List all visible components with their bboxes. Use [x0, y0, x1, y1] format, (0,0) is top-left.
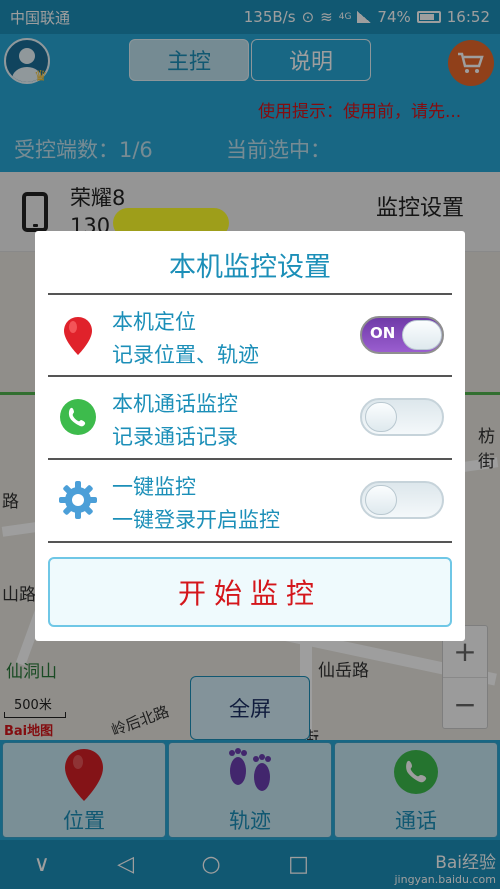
setting-desc: 一键登录开启监控 — [112, 508, 280, 532]
setting-row-one-key: 一键监控 一键登录开启监控 — [48, 460, 452, 540]
one-key-monitor-toggle[interactable] — [360, 481, 444, 519]
setting-row-call-monitor: 本机通话监控 记录通话记录 — [48, 377, 452, 457]
divider — [48, 541, 452, 543]
setting-desc: 记录位置、轨迹 — [112, 343, 259, 367]
toggle-knob — [365, 402, 397, 432]
setting-desc: 记录通话记录 — [112, 425, 238, 449]
start-monitor-button[interactable]: 开始监控 — [48, 557, 452, 627]
toggle-knob — [402, 320, 442, 350]
gear-icon — [59, 481, 97, 519]
monitor-settings-dialog: 本机监控设置 本机定位 记录位置、轨迹 ON 本机通话监控 记录通话记录 一键监… — [35, 231, 465, 641]
dialog-title: 本机监控设置 — [169, 252, 331, 283]
setting-title: 本机定位 — [112, 310, 196, 334]
setting-title: 本机通话监控 — [112, 392, 238, 416]
location-pin-icon — [64, 317, 92, 355]
whatsapp-phone-icon — [60, 399, 96, 435]
toggle-knob — [365, 485, 397, 515]
setting-row-location: 本机定位 记录位置、轨迹 ON — [48, 295, 452, 375]
call-monitor-toggle[interactable] — [360, 398, 444, 436]
toggle-on-label: ON — [370, 324, 396, 342]
setting-title: 一键监控 — [112, 475, 196, 499]
location-toggle[interactable]: ON — [360, 316, 444, 354]
